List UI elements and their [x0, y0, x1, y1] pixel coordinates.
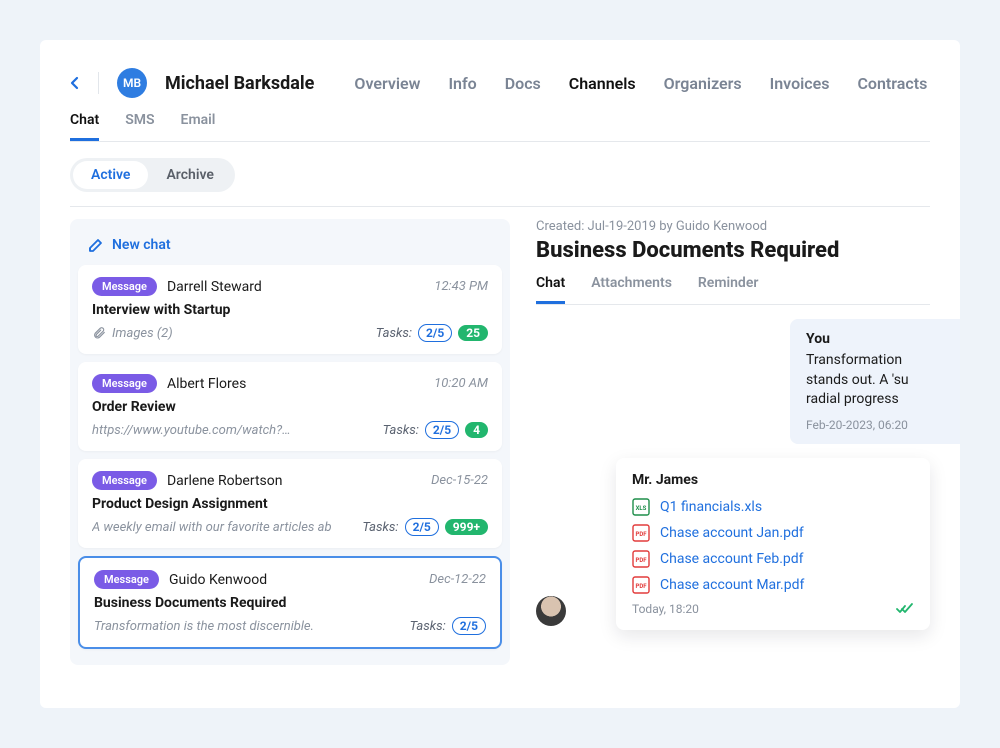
chat-time: Dec-12-22	[429, 572, 486, 587]
count-badge: 4	[465, 422, 488, 438]
tasks-label: Tasks:	[376, 326, 412, 341]
channel-sub-tabs: Chat SMS Email	[70, 112, 930, 142]
thread-tab-chat[interactable]: Chat	[536, 275, 565, 304]
svg-text:PDF: PDF	[635, 583, 647, 590]
count-badge: 999+	[445, 519, 488, 535]
top-tab-overview[interactable]: Overview	[354, 74, 420, 93]
status-segmented-control[interactable]: ActiveArchive	[70, 158, 235, 192]
incoming-timestamp: Today, 18:20	[632, 602, 699, 616]
app-window: MB Michael Barksdale Overview Info Docs Cha…	[40, 40, 960, 708]
top-tab-info[interactable]: Info	[448, 74, 476, 93]
pencil-icon	[88, 237, 104, 253]
outgoing-timestamp: Feb-20-2023, 06:20	[806, 418, 944, 432]
chat-list-item[interactable]: Message Darlene Robertson Dec-15-22 Product…	[78, 459, 502, 548]
chat-title: Business Documents Required	[94, 595, 486, 611]
chat-time: 12:43 PM	[434, 279, 488, 294]
chat-list-item[interactable]: Message Darrell Steward 12:43 PM Interview …	[78, 265, 502, 354]
file-name: Q1 financials.xls	[660, 499, 762, 515]
chat-list-column: New chat Message Darrell Steward 12:43 PM I…	[70, 219, 510, 665]
chat-preview: https://www.youtube.com/watch?…	[92, 423, 291, 438]
file-attachment[interactable]: PDF Chase account Feb.pdf	[632, 550, 914, 568]
top-tab-invoices[interactable]: Invoices	[770, 74, 830, 93]
tasks-label: Tasks:	[362, 520, 398, 535]
chat-list-item[interactable]: Message Albert Flores 10:20 AM Order Review…	[78, 362, 502, 451]
outgoing-body: Transformation stands out. A 'su radial …	[806, 351, 944, 410]
chat-title: Product Design Assignment	[92, 496, 488, 512]
top-tab-channels[interactable]: Channels	[569, 74, 636, 93]
segment-active[interactable]: Active	[73, 161, 148, 189]
contact-name: Michael Barksdale	[165, 73, 314, 94]
message-badge: Message	[92, 471, 157, 490]
chat-preview: Transformation is the most discernible.	[94, 619, 314, 634]
thread-tab-reminder[interactable]: Reminder	[698, 275, 759, 304]
chat-time: Dec-15-22	[431, 473, 488, 488]
count-badge: 25	[458, 325, 488, 341]
file-name: Chase account Mar.pdf	[660, 577, 804, 593]
outgoing-message[interactable]: You Transformation stands out. A 'su rad…	[790, 319, 960, 444]
chat-preview: Images (2)	[92, 326, 173, 341]
file-name: Chase account Jan.pdf	[660, 525, 804, 541]
chevron-left-icon	[70, 76, 80, 90]
chat-preview: A weekly email with our favorite article…	[92, 520, 332, 535]
top-tabs: Overview Info Docs Channels Organizers Invoic…	[354, 74, 927, 93]
file-attachment[interactable]: XLS Q1 financials.xls	[632, 498, 914, 516]
thread-tab-attachments[interactable]: Attachments	[591, 275, 672, 304]
top-tab-organizers[interactable]: Organizers	[664, 74, 742, 93]
thread-title: Business Documents Required	[536, 238, 930, 263]
thread-tabs: Chat Attachments Reminder	[536, 275, 930, 305]
pdf-file-icon: PDF	[632, 550, 650, 568]
chat-title: Order Review	[92, 399, 488, 415]
incoming-author: Mr. James	[632, 472, 914, 488]
tasks-ratio: 2/5	[405, 518, 439, 536]
file-name: Chase account Feb.pdf	[660, 551, 804, 567]
columns: New chat Message Darrell Steward 12:43 PM I…	[70, 219, 930, 665]
sender-avatar[interactable]	[536, 596, 566, 626]
thread-created: Created: Jul-19-2019 by Guido Kenwood	[536, 219, 930, 234]
segment-archive[interactable]: Archive	[148, 161, 231, 189]
thread-column: Created: Jul-19-2019 by Guido Kenwood Bu…	[536, 219, 930, 665]
pdf-file-icon: PDF	[632, 576, 650, 594]
chat-sender: Albert Flores	[167, 376, 246, 392]
tasks-label: Tasks:	[410, 619, 446, 634]
sub-tab-sms[interactable]: SMS	[125, 112, 154, 141]
chat-list-pane: New chat Message Darrell Steward 12:43 PM I…	[70, 219, 510, 665]
back-button[interactable]	[70, 76, 80, 90]
contact-avatar[interactable]: MB	[117, 68, 147, 98]
message-badge: Message	[94, 570, 159, 589]
tasks-label: Tasks:	[383, 423, 419, 438]
file-attachment[interactable]: PDF Chase account Jan.pdf	[632, 524, 914, 542]
xls-file-icon: XLS	[632, 498, 650, 516]
tasks-ratio: 2/5	[425, 421, 459, 439]
chat-title: Interview with Startup	[92, 302, 488, 318]
pdf-file-icon: PDF	[632, 524, 650, 542]
chat-list-item[interactable]: Message Guido Kenwood Dec-12-22 Business Do…	[78, 556, 502, 649]
header: MB Michael Barksdale Overview Info Docs Cha…	[70, 68, 930, 98]
divider	[70, 206, 930, 207]
svg-text:PDF: PDF	[635, 531, 647, 538]
message-badge: Message	[92, 277, 157, 296]
new-chat-button[interactable]: New chat	[78, 227, 502, 265]
chat-sender: Darrell Steward	[167, 279, 262, 295]
incoming-message-wrap: Mr. James XLS Q1 financials.xls PDF Chase a…	[536, 458, 930, 630]
top-tab-contracts[interactable]: Contracts	[857, 74, 927, 93]
chat-sender: Guido Kenwood	[169, 572, 267, 588]
sub-tab-email[interactable]: Email	[181, 112, 216, 141]
tasks-ratio: 2/5	[452, 617, 486, 635]
chat-time: 10:20 AM	[434, 376, 488, 391]
new-chat-label: New chat	[112, 237, 171, 253]
read-receipt-icon	[896, 603, 914, 615]
outgoing-author: You	[806, 331, 944, 347]
svg-text:XLS: XLS	[636, 505, 647, 512]
sub-tab-chat[interactable]: Chat	[70, 112, 99, 141]
svg-text:PDF: PDF	[635, 557, 647, 564]
message-badge: Message	[92, 374, 157, 393]
file-attachment[interactable]: PDF Chase account Mar.pdf	[632, 576, 914, 594]
incoming-message[interactable]: Mr. James XLS Q1 financials.xls PDF Chase a…	[616, 458, 930, 630]
paperclip-icon	[92, 326, 106, 340]
chat-sender: Darlene Robertson	[167, 473, 283, 489]
tasks-ratio: 2/5	[418, 324, 452, 342]
separator	[98, 72, 99, 94]
top-tab-docs[interactable]: Docs	[505, 74, 541, 93]
